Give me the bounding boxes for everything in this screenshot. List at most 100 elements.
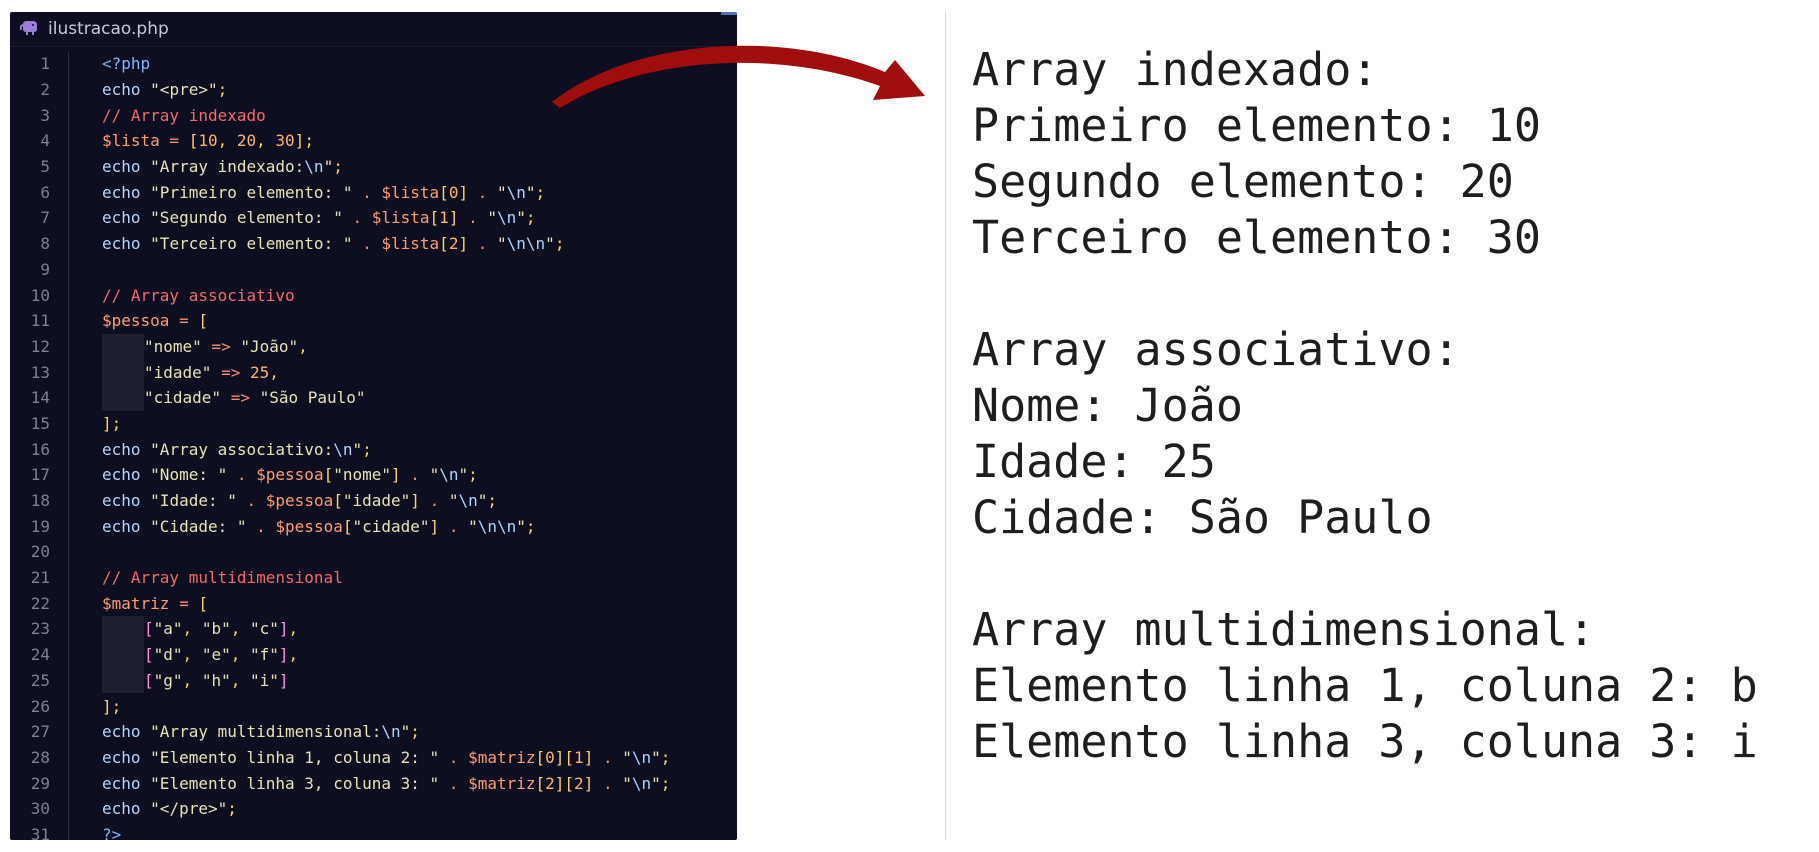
- code-token: ;: [468, 465, 478, 485]
- code-text: echo "Array indexado:\n";: [102, 157, 343, 176]
- code-token: "Segundo elemento: ": [150, 208, 343, 228]
- code-line[interactable]: 31 ?>: [10, 822, 737, 840]
- code-token: $lista: [371, 208, 430, 228]
- output-line: Array multidimensional:: [972, 603, 1596, 656]
- code-token: ;: [487, 491, 498, 511]
- code-token: "Terceiro elemento: ": [150, 234, 353, 254]
- code-token: ": [487, 208, 497, 228]
- code-token: ,: [298, 336, 308, 356]
- code-token: ": [323, 157, 334, 177]
- code-token: 1: [574, 747, 584, 767]
- indent-guide: [102, 333, 144, 360]
- code-line[interactable]: 7 echo "Segundo elemento: " . $lista[1] .…: [10, 205, 737, 231]
- line-number: 17: [30, 465, 50, 485]
- code-token: ;: [660, 747, 671, 767]
- code-token: \n\n: [506, 234, 546, 254]
- code-token: $pessoa: [256, 465, 324, 485]
- code-token: ": [622, 773, 632, 793]
- code-token: $lista: [381, 234, 440, 254]
- output-line: Cidade: São Paulo: [972, 491, 1433, 544]
- code-token: ,: [182, 619, 202, 639]
- code-line[interactable]: 6 echo "Primeiro elemento: " . $lista[0] …: [10, 179, 737, 205]
- code-token: "c": [249, 619, 279, 639]
- code-token: // Array multidimensional: [102, 568, 343, 588]
- code-token: \n: [631, 747, 652, 767]
- code-line[interactable]: 18 echo "Idade: " . $pessoa["idade"] . "\…: [10, 488, 737, 514]
- code-token: ];: [102, 413, 122, 433]
- code-line[interactable]: 8 echo "Terceiro elemento: " . $lista[2] …: [10, 231, 737, 257]
- code-text: $lista = [10, 20, 30];: [102, 131, 314, 150]
- code-token: ,: [288, 619, 299, 639]
- code-token: "</pre>": [150, 799, 228, 819]
- code-token: ]: [278, 670, 289, 690]
- code-line[interactable]: 30 echo "</pre>";: [10, 796, 737, 822]
- code-token: ": [516, 208, 526, 228]
- code-line[interactable]: 19 echo "Cidade: " . $pessoa["cidade"] . …: [10, 513, 737, 539]
- browser-output: Array indexado: Primeiro elemento: 10 Segu…: [972, 42, 1758, 770]
- code-line[interactable]: 5 echo "Array indexado:\n";: [10, 154, 737, 180]
- indent-guide: [102, 384, 144, 411]
- code-line[interactable]: 17 echo "Nome: " . $pessoa["nome"] . "\n"…: [10, 462, 737, 488]
- code-token: ][: [554, 747, 575, 767]
- code-token: =>: [221, 388, 260, 408]
- code-token: =>: [201, 336, 241, 356]
- code-token: ": [458, 465, 469, 485]
- tab-filename: ilustracao.php: [48, 19, 169, 39]
- code-token: // Array associativo: [102, 285, 295, 305]
- code-token: .: [439, 516, 469, 536]
- code-line[interactable]: 15];: [10, 411, 737, 437]
- code-area[interactable]: 1 <?php 2 echo "<pre>"; 3 // Array indexado 4 $…: [10, 51, 737, 840]
- code-token: ": [468, 516, 478, 536]
- code-token: ]: [278, 645, 289, 665]
- code-line[interactable]: 26];: [10, 693, 737, 719]
- code-token: ;: [227, 799, 237, 819]
- code-line[interactable]: 23 ["a", "b", "c"],: [10, 616, 737, 642]
- code-text: echo "Primeiro elemento: " . $lista[0] .…: [102, 183, 545, 202]
- code-token: ": [622, 747, 632, 767]
- code-line[interactable]: 29 echo "Elemento linha 3, coluna 3: " . …: [10, 770, 737, 796]
- code-line[interactable]: 28 echo "Elemento linha 1, coluna 2: " . …: [10, 745, 737, 771]
- code-token: ": [516, 516, 526, 536]
- code-token: [: [144, 645, 154, 665]
- code-line[interactable]: 4 $lista = [10, 20, 30];: [10, 128, 737, 154]
- code-line[interactable]: 9: [10, 257, 737, 283]
- code-line[interactable]: 11 $pessoa = [: [10, 308, 737, 334]
- code-token: 2: [545, 773, 555, 793]
- code-text: echo "Array associativo:\n";: [102, 440, 372, 459]
- code-text: ["g", "h", "i"]: [102, 667, 289, 694]
- code-line[interactable]: 14 "cidade" => "São Paulo": [10, 384, 737, 411]
- code-token: ": [651, 773, 661, 793]
- code-line[interactable]: 24 ["d", "e", "f"],: [10, 641, 737, 668]
- code-token: "idade": [342, 491, 411, 511]
- code-token: echo: [102, 773, 151, 793]
- code-line[interactable]: 27 echo "Array multidimensional:\n";: [10, 719, 737, 745]
- code-line[interactable]: 12 "nome" => "João",: [10, 333, 737, 360]
- code-token: $pessoa: [102, 311, 170, 331]
- code-token: .: [352, 234, 382, 254]
- php-elephant-icon: [20, 20, 42, 38]
- code-token: ,: [182, 645, 202, 665]
- code-token: "nome": [144, 336, 202, 356]
- code-token: \n: [631, 773, 652, 793]
- code-token: $lista: [102, 131, 160, 151]
- code-token: "Array multidimensional:: [150, 722, 382, 742]
- code-token: ,: [217, 131, 237, 151]
- code-token: "f": [249, 645, 279, 665]
- code-token: "Elemento linha 3, coluna 3: ": [150, 773, 440, 793]
- code-token: 0: [448, 182, 459, 202]
- line-number: 28: [30, 747, 50, 767]
- code-line[interactable]: 16 echo "Array associativo:\n";: [10, 436, 737, 462]
- code-token: "João": [240, 336, 299, 356]
- code-line[interactable]: 21 // Array multidimensional: [10, 565, 737, 591]
- code-token: ": [352, 439, 363, 459]
- tab-accent: [721, 12, 737, 15]
- code-line[interactable]: 25 ["g", "h", "i"]: [10, 667, 737, 694]
- code-token: \n: [497, 208, 517, 228]
- output-line: Primeiro elemento: 10: [972, 99, 1541, 152]
- code-line[interactable]: 20: [10, 539, 737, 565]
- code-line[interactable]: 13 "idade" => 25,: [10, 359, 737, 385]
- code-line[interactable]: 22 $matriz = [: [10, 590, 737, 616]
- code-token: \n: [304, 157, 324, 177]
- code-token: ]: [583, 747, 594, 767]
- code-line[interactable]: 10 // Array associativo: [10, 282, 737, 308]
